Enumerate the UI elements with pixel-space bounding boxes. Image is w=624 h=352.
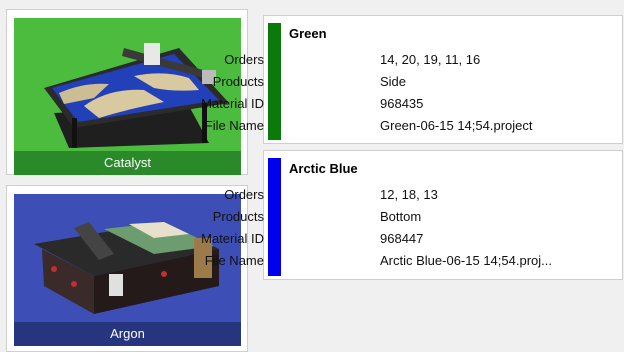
field-label: Products bbox=[212, 74, 264, 89]
field-label: Material ID bbox=[201, 96, 264, 111]
field-label: Orders bbox=[224, 187, 264, 202]
field-label: Products bbox=[212, 209, 264, 224]
field-value: 968435 bbox=[380, 96, 424, 111]
job-card-arctic-blue[interactable]: Arctic Blue Orders 12, 18, 13 Products B… bbox=[201, 150, 623, 280]
machine-name: Catalyst bbox=[14, 151, 241, 175]
field-value: 968447 bbox=[380, 231, 424, 246]
field-value: Bottom bbox=[380, 209, 422, 224]
field-label: Orders bbox=[224, 52, 264, 67]
job-title: Arctic Blue bbox=[289, 161, 358, 176]
field-value: Green-06-15 14;54.project bbox=[380, 118, 533, 133]
job-card-green[interactable]: Green Orders 14, 20, 19, 11, 16 Products… bbox=[201, 15, 623, 144]
color-swatch bbox=[268, 23, 281, 140]
color-swatch bbox=[268, 158, 281, 276]
field-label: File Name bbox=[204, 118, 264, 133]
machine-name: Argon bbox=[14, 322, 241, 346]
field-value: Side bbox=[380, 74, 407, 89]
field-value: 12, 18, 13 bbox=[380, 187, 438, 202]
field-value: 14, 20, 19, 11, 16 bbox=[380, 52, 481, 67]
field-value: Arctic Blue-06-15 14;54.proj... bbox=[380, 253, 552, 268]
job-title: Green bbox=[289, 26, 327, 41]
field-label: Material ID bbox=[201, 231, 264, 246]
field-label: File Name bbox=[204, 253, 264, 268]
